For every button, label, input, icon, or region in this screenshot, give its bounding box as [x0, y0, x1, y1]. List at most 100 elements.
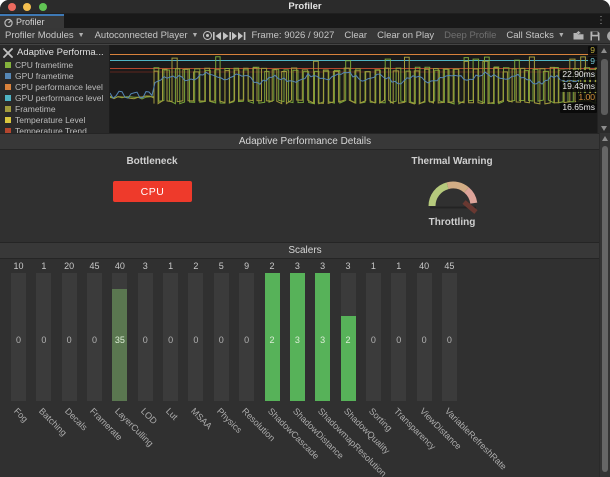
scaler-max-value: 3	[290, 261, 305, 272]
scaler-bar-track: 0	[214, 273, 229, 401]
timeline-chart[interactable]: 9922.90ms19.43ms1.0016.65ms	[110, 45, 597, 134]
scaler-column: 1 0 Batching	[36, 261, 51, 401]
legend-item[interactable]: Temperature Level	[0, 114, 109, 125]
legend-color-chip	[5, 117, 11, 123]
scaler-max-value: 3	[315, 261, 330, 272]
timeline-graph	[110, 45, 597, 134]
scaler-bar-track: 0	[87, 273, 102, 401]
timeline-marker: 16.65ms	[560, 103, 597, 113]
scroll-up-icon[interactable]	[601, 48, 607, 53]
details-scrollbar[interactable]	[599, 133, 610, 477]
scaler-current-value: 0	[36, 335, 51, 345]
frame-counter-label: Frame: 9026 / 9027	[251, 30, 334, 41]
tab-menu-icon[interactable]: ⋮	[596, 14, 606, 28]
timeline-marker: 19.43ms	[560, 82, 597, 92]
legend-label: CPU performance level	[15, 82, 103, 92]
scaler-column: 9 0 Resolution	[239, 261, 254, 401]
module-header[interactable]: Adaptive Performa...	[0, 45, 109, 59]
scaler-bar-track: 0	[366, 273, 381, 401]
scroll-up-icon[interactable]	[602, 136, 608, 141]
save-icon	[590, 31, 600, 41]
call-stacks-dropdown[interactable]: Call Stacks ▼	[501, 28, 569, 43]
record-button[interactable]	[203, 28, 212, 43]
scaler-bar-track: 35	[112, 273, 127, 401]
tab-profiler[interactable]: Profiler	[0, 14, 64, 28]
thermal-gauge	[424, 169, 482, 217]
profiler-window: Profiler Profiler ⋮ Profiler Modules ▼ A…	[0, 0, 610, 477]
adaptive-performance-details: Bottleneck CPU Thermal Warning Throttlin…	[0, 150, 610, 242]
module-chart-section: Adaptive Performa... CPU frametimeGPU fr…	[0, 44, 610, 133]
clear-button[interactable]: Clear	[339, 28, 372, 43]
scaler-column: 10 0 Fog	[11, 261, 26, 401]
scaler-max-value: 2	[265, 261, 280, 272]
scrollbar-thumb[interactable]	[602, 146, 608, 472]
scaler-bar-track: 0	[442, 273, 457, 401]
scaler-column: 2 2 ShadowCascade	[265, 261, 280, 401]
record-icon	[203, 31, 212, 40]
module-scrollbar[interactable]	[597, 45, 610, 134]
scaler-column: 3 0 LOD	[138, 261, 153, 401]
module-title: Adaptive Performa...	[17, 47, 104, 58]
legend-item[interactable]: GPU performance level	[0, 92, 109, 103]
timeline-marker: 1.00	[576, 93, 597, 103]
scaler-max-value: 40	[417, 261, 432, 272]
scaler-current-value: 0	[188, 335, 203, 345]
legend-item[interactable]: CPU performance level	[0, 81, 109, 92]
scaler-column: 45 0 VariableRefreshRate	[442, 261, 457, 401]
scaler-max-value: 9	[239, 261, 254, 272]
throttling-label: Throttling	[382, 217, 522, 228]
scaler-current-value: 0	[442, 335, 457, 345]
profiler-modules-label: Profiler Modules	[5, 30, 74, 41]
bottleneck-indicator: CPU	[113, 181, 192, 202]
legend-label: CPU frametime	[15, 60, 73, 70]
legend-label: GPU frametime	[15, 71, 74, 81]
scaler-max-value: 1	[391, 261, 406, 272]
scaler-column: 40 35 LayerCulling	[112, 261, 127, 401]
timeline-marker: 9	[588, 57, 597, 67]
chevron-down-icon: ▼	[78, 32, 85, 39]
target-player-dropdown[interactable]: Autoconnected Player ▼	[90, 28, 204, 43]
chevron-down-icon: ▼	[558, 32, 565, 39]
scaler-current-value: 0	[11, 335, 26, 345]
legend-item[interactable]: CPU frametime	[0, 59, 109, 70]
current-frame-button[interactable]	[232, 28, 246, 43]
help-button[interactable]: ?	[604, 28, 610, 43]
scaler-current-value: 0	[87, 335, 102, 345]
frame-counter: Frame: 9026 / 9027	[246, 28, 339, 43]
legend-color-chip	[5, 73, 11, 79]
timeline-value-badges: 9922.90ms19.43ms1.0016.65ms	[560, 46, 597, 113]
next-frame-button[interactable]	[222, 28, 232, 43]
deep-profile-button[interactable]: Deep Profile	[439, 28, 501, 43]
module-legend-panel: Adaptive Performa... CPU frametimeGPU fr…	[0, 45, 110, 134]
legend-item[interactable]: Frametime	[0, 103, 109, 114]
scaler-bar-track: 0	[163, 273, 178, 401]
legend-label: Temperature Level	[15, 115, 85, 125]
load-profile-button[interactable]	[570, 28, 587, 43]
scaler-max-value: 40	[112, 261, 127, 272]
scaler-column: 20 0 Decals	[62, 261, 77, 401]
legend-item[interactable]: GPU frametime	[0, 70, 109, 81]
save-profile-button[interactable]	[587, 28, 604, 43]
clear-on-play-button[interactable]: Clear on Play	[372, 28, 439, 43]
scaler-bar-track: 2	[341, 273, 356, 401]
scaler-column: 1 0 Transparency	[391, 261, 406, 401]
scaler-max-value: 5	[214, 261, 229, 272]
scaler-max-value: 1	[163, 261, 178, 272]
legend-color-chip	[5, 62, 11, 68]
scaler-name-label: LOD	[139, 406, 159, 426]
scrollbar-thumb[interactable]	[601, 59, 608, 115]
scalers-chart: 10 0 Fog 1 0 Batching 20 0 Decals	[0, 259, 610, 477]
scaler-max-value: 3	[341, 261, 356, 272]
previous-frame-button[interactable]	[212, 28, 222, 43]
scroll-down-icon[interactable]	[601, 126, 607, 131]
legend-color-chip	[5, 95, 11, 101]
scaler-bar-track: 0	[417, 273, 432, 401]
scaler-column: 1 0 Lut	[163, 261, 178, 401]
scaler-column: 5 0 Physics	[214, 261, 229, 401]
profiler-modules-dropdown[interactable]: Profiler Modules ▼	[0, 28, 90, 43]
chevron-down-icon: ▼	[192, 32, 199, 39]
legend-color-chip	[5, 84, 11, 90]
scaler-bar-track: 0	[138, 273, 153, 401]
scaler-current-value: 0	[138, 335, 153, 345]
load-icon	[573, 31, 584, 40]
